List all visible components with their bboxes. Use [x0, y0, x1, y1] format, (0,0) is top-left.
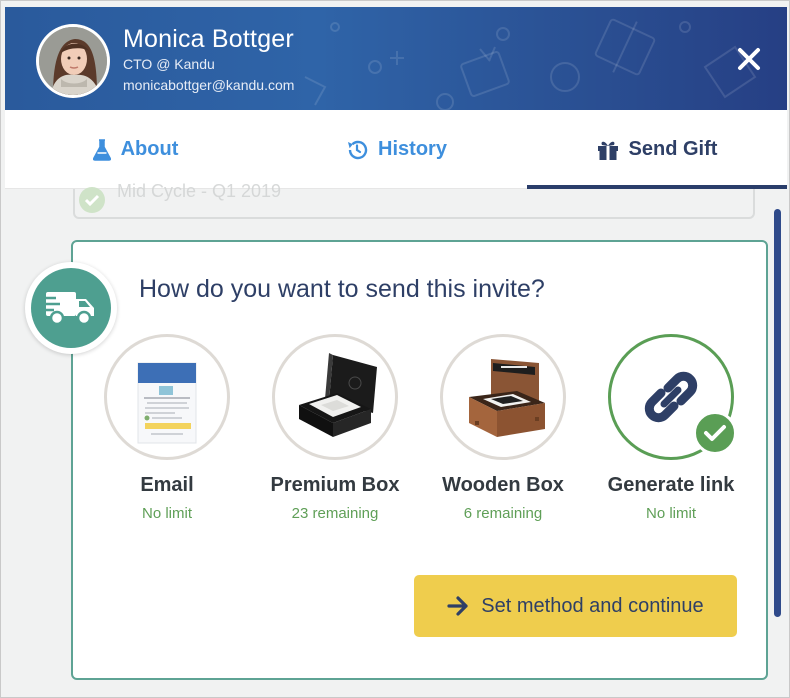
profile-role: CTO @ Kandu: [123, 56, 215, 72]
tab-bar: About History Send Gift: [5, 110, 787, 189]
avatar: [36, 24, 110, 98]
check-circle-icon: [79, 187, 105, 213]
gift-modal: Monica Bottger CTO @ Kandu monicabottger…: [0, 0, 790, 698]
background-list-item: Mid Cycle - Q1 2019: [73, 181, 755, 219]
tab-send-gift-label: Send Gift: [628, 138, 718, 160]
tab-history-label: History: [378, 138, 447, 160]
email-preview-image: [104, 334, 230, 460]
scrollbar[interactable]: [774, 209, 781, 617]
truck-icon: [46, 292, 94, 326]
option-generate-link-availability: No limit: [645, 505, 696, 522]
tab-about[interactable]: About: [5, 110, 266, 189]
option-email-availability: No limit: [141, 505, 192, 522]
flask-icon: [92, 138, 111, 161]
option-premium-box[interactable]: Premium Box 23 remaining: [251, 334, 419, 522]
cta-label: Set method and continue: [481, 594, 704, 617]
option-premium-box-availability: 23 remaining: [291, 505, 379, 522]
close-button[interactable]: [735, 45, 763, 73]
option-wooden-box-label: Wooden Box: [442, 474, 564, 496]
selected-check-icon: [693, 411, 737, 455]
option-email[interactable]: Email No limit: [83, 334, 251, 522]
history-icon: [348, 140, 368, 159]
gift-icon: [597, 141, 618, 160]
profile-name: Monica Bottger: [123, 25, 294, 53]
profile-header: Monica Bottger CTO @ Kandu monicabottger…: [5, 7, 787, 110]
tab-send-gift[interactable]: Send Gift: [527, 110, 787, 189]
option-wooden-box-availability: 6 remaining: [463, 505, 543, 522]
premium-box-image: [272, 334, 398, 460]
send-method-question: How do you want to send this invite?: [139, 275, 545, 303]
close-icon: [738, 48, 760, 70]
tab-about-label: About: [120, 138, 179, 160]
option-wooden-box[interactable]: Wooden Box 6 remaining: [419, 334, 587, 522]
set-method-continue-button[interactable]: Set method and continue: [414, 575, 737, 637]
background-item-label: Mid Cycle - Q1 2019: [117, 181, 282, 201]
generate-link-circle: [608, 334, 737, 460]
option-premium-box-label: Premium Box: [270, 474, 400, 496]
wooden-box-image: [440, 334, 566, 460]
option-email-label: Email: [140, 474, 194, 496]
option-generate-link-label: Generate link: [607, 474, 735, 496]
option-generate-link[interactable]: Generate link No limit: [587, 334, 755, 522]
arrow-right-icon: [447, 596, 468, 616]
tab-history[interactable]: History: [266, 110, 527, 189]
link-icon: [644, 371, 698, 423]
profile-email: monicabottger@kandu.com: [123, 77, 295, 93]
profile-photo: [39, 27, 107, 95]
